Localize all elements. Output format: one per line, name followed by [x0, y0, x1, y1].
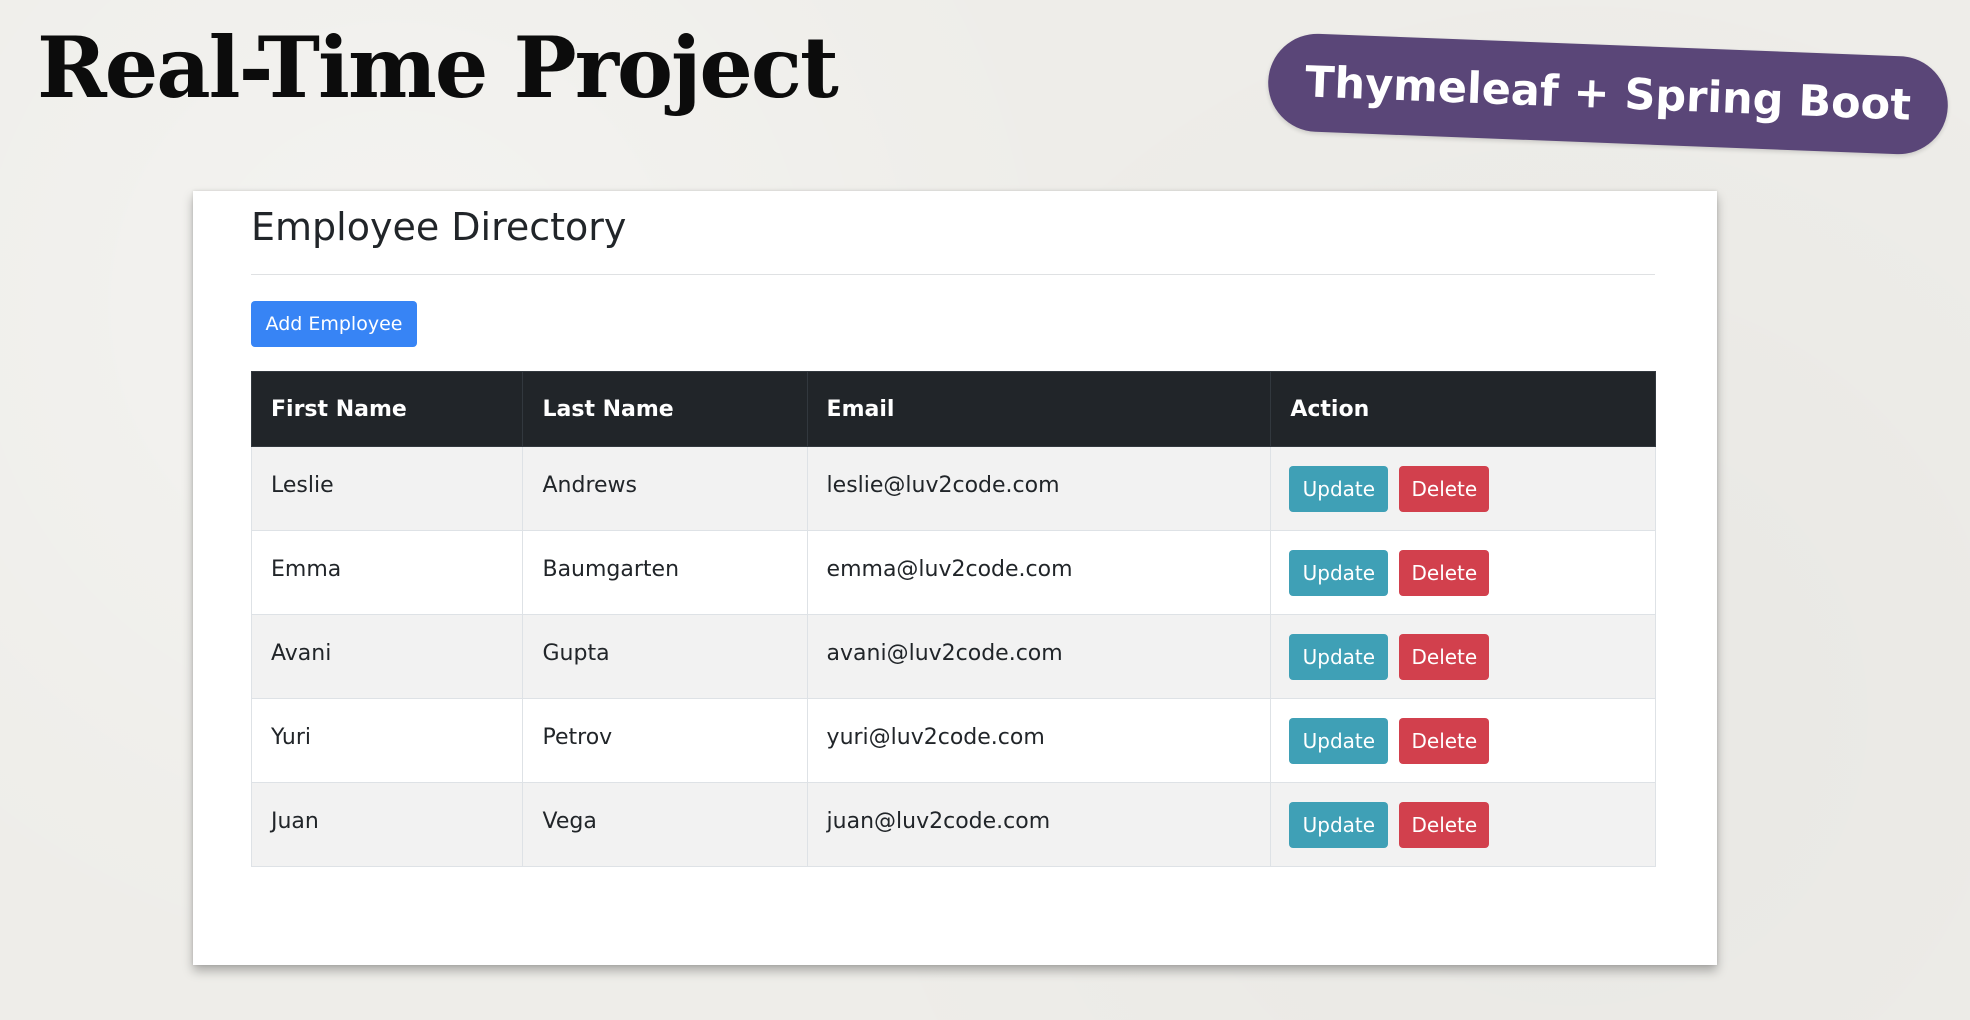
action-cell: Update Delete [1270, 698, 1656, 783]
update-button[interactable]: Update [1289, 801, 1389, 848]
column-header-last-name: Last Name [522, 371, 808, 447]
first-name-cell: Avani [250, 614, 524, 699]
first-name-cell: Emma [250, 530, 524, 615]
table-row: Juan Vega juan@luv2code.com Update Delet… [250, 782, 1656, 867]
delete-button[interactable]: Delete [1399, 801, 1490, 848]
update-button[interactable]: Update [1289, 717, 1389, 764]
last-name-cell: Baumgarten [522, 530, 808, 615]
last-name-cell: Petrov [522, 698, 808, 783]
column-header-email: Email [806, 371, 1272, 447]
app-window: Employee Directory Add Employee First Na… [193, 191, 1717, 965]
email-cell: leslie@luv2code.com [806, 446, 1272, 531]
column-header-action: Action [1270, 371, 1656, 447]
delete-button[interactable]: Delete [1399, 549, 1490, 596]
email-cell: juan@luv2code.com [806, 782, 1272, 867]
table-header: First Name Last Name Email Action [250, 371, 1656, 447]
table-row: Avani Gupta avani@luv2code.com Update De… [250, 614, 1656, 699]
column-header-first-name: First Name [250, 371, 524, 447]
action-cell: Update Delete [1270, 614, 1656, 699]
delete-button[interactable]: Delete [1399, 633, 1490, 680]
action-cell: Update Delete [1270, 530, 1656, 615]
first-name-cell: Leslie [250, 446, 524, 531]
page-title: Employee Directory [251, 205, 627, 249]
title-divider [251, 274, 1655, 275]
slide-title: Real-Time Project [37, 18, 839, 117]
email-cell: avani@luv2code.com [806, 614, 1272, 699]
action-cell: Update Delete [1270, 446, 1656, 531]
table-row: Leslie Andrews leslie@luv2code.com Updat… [250, 446, 1656, 531]
email-cell: emma@luv2code.com [806, 530, 1272, 615]
update-button[interactable]: Update [1289, 633, 1389, 680]
email-cell: yuri@luv2code.com [806, 698, 1272, 783]
table-header-row: First Name Last Name Email Action [250, 371, 1656, 447]
last-name-cell: Andrews [522, 446, 808, 531]
delete-button[interactable]: Delete [1399, 465, 1490, 512]
last-name-cell: Vega [522, 782, 808, 867]
table-row: Yuri Petrov yuri@luv2code.com Update Del… [250, 698, 1656, 783]
last-name-cell: Gupta [522, 614, 808, 699]
delete-button[interactable]: Delete [1399, 717, 1490, 764]
technology-tag-banner: Thymeleaf + Spring Boot [1266, 31, 1950, 157]
add-employee-button[interactable]: Add Employee [251, 301, 417, 347]
update-button[interactable]: Update [1289, 549, 1389, 596]
first-name-cell: Juan [250, 782, 524, 867]
action-cell: Update Delete [1270, 782, 1656, 867]
update-button[interactable]: Update [1289, 465, 1389, 512]
first-name-cell: Yuri [250, 698, 524, 783]
employee-table: First Name Last Name Email Action Leslie… [250, 371, 1656, 867]
table-body: Leslie Andrews leslie@luv2code.com Updat… [250, 446, 1656, 867]
table-row: Emma Baumgarten emma@luv2code.com Update… [250, 530, 1656, 615]
